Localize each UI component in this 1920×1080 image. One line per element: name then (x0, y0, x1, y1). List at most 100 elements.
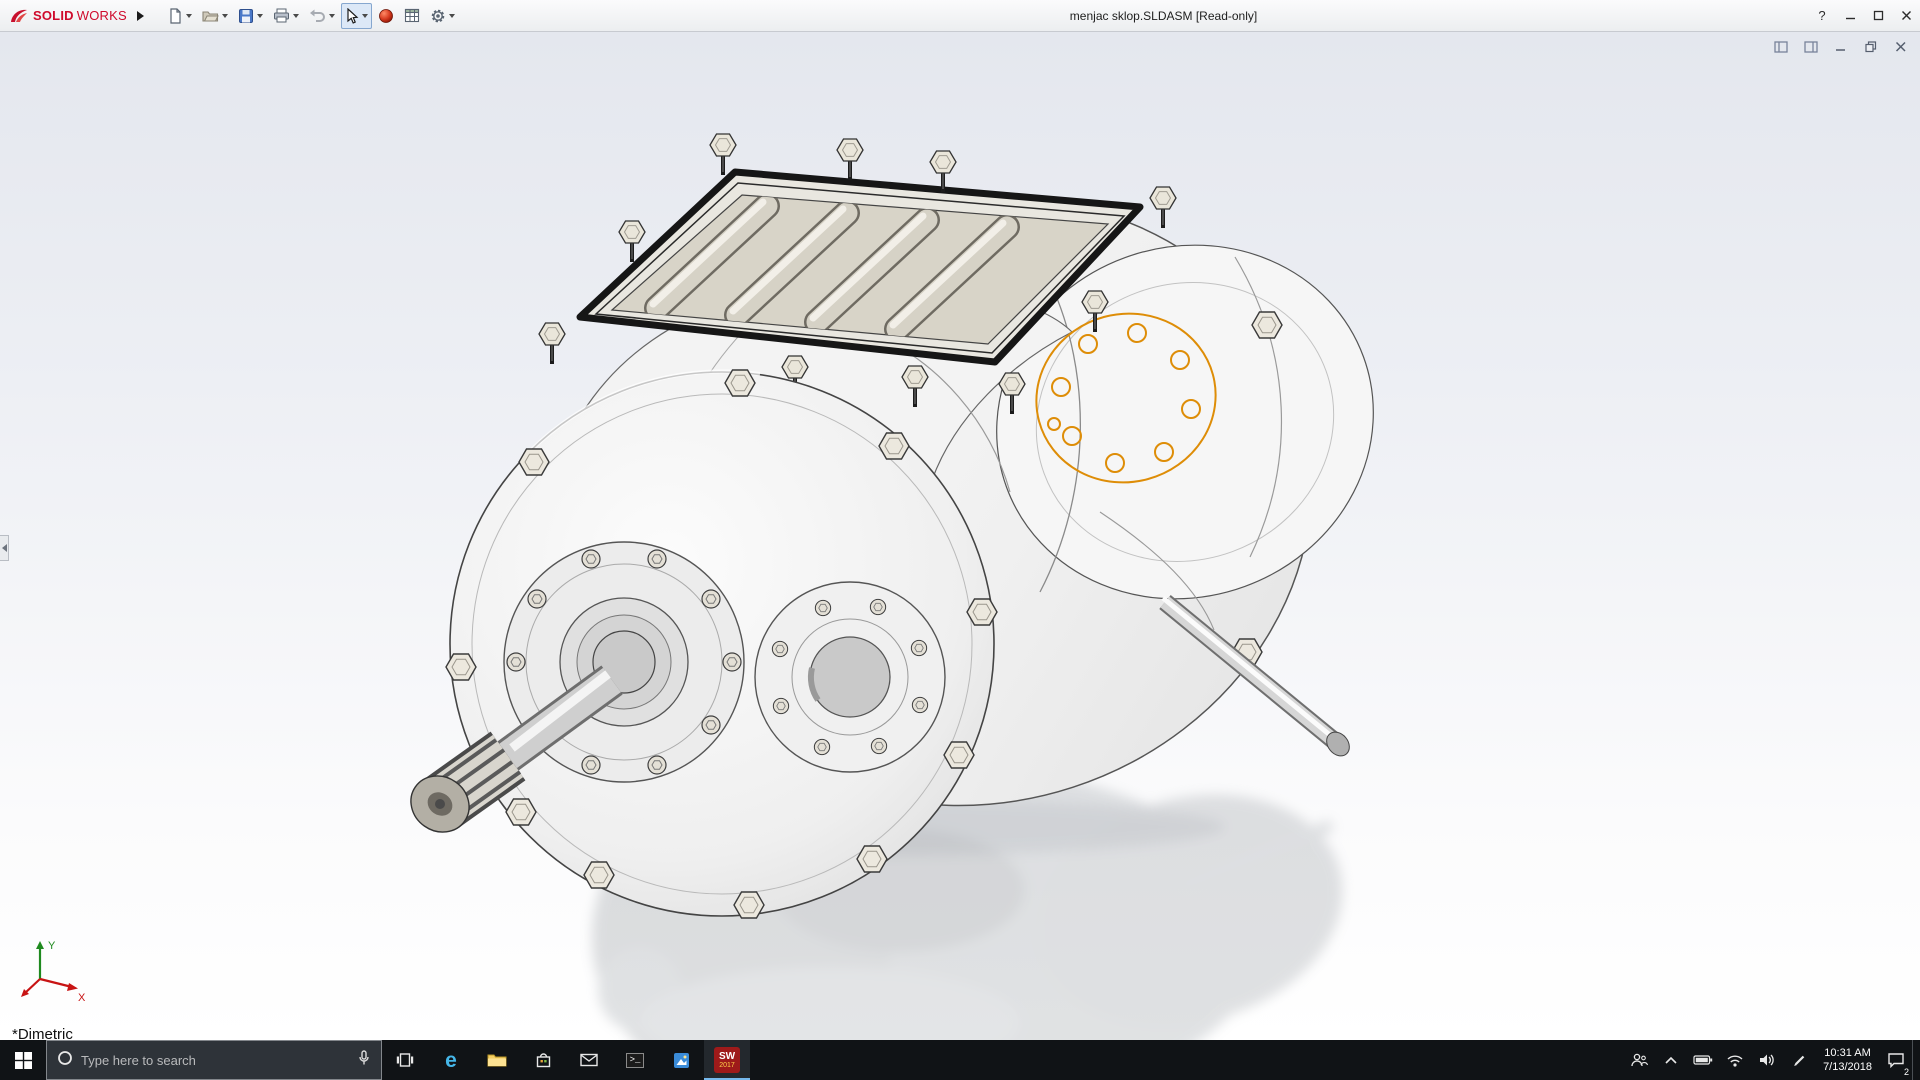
windows-taskbar: e >_ SW 2017 (0, 1040, 1920, 1080)
options-button[interactable] (426, 3, 459, 29)
save-button[interactable] (234, 3, 267, 29)
task-view-button[interactable] (382, 1040, 428, 1080)
clock-time: 10:31 AM (1824, 1046, 1871, 1059)
dropdown-caret-icon (292, 13, 299, 18)
doc-pane-right-button[interactable] (1802, 38, 1820, 56)
secondary-hub[interactable] (754, 581, 946, 773)
show-desktop-button[interactable] (1912, 1040, 1920, 1080)
design-table-button[interactable] (400, 3, 424, 29)
help-button[interactable]: ? (1808, 0, 1836, 31)
pane-right-icon (1804, 41, 1818, 53)
solidworks-window: SOLID WORKS menjac sklop.SLDASM [Read-on… (0, 0, 1920, 1080)
windows-ink-button[interactable] (1783, 1040, 1815, 1080)
mail-button[interactable] (566, 1040, 612, 1080)
doc-minimize-icon (1836, 49, 1845, 51)
wifi-icon (1727, 1055, 1743, 1067)
cortana-icon (57, 1050, 73, 1071)
solidworks-taskbar-button[interactable]: SW 2017 (704, 1040, 750, 1080)
maximize-icon (1873, 10, 1883, 21)
task-view-icon (396, 1053, 414, 1067)
minimize-icon (1845, 17, 1855, 20)
featuremanager-collapse-tab[interactable] (0, 535, 9, 561)
photos-button[interactable] (658, 1040, 704, 1080)
select-button[interactable] (340, 2, 372, 29)
orientation-triad: Y X (20, 935, 92, 1010)
document-title: menjac sklop.SLDASM [Read-only] (1069, 8, 1258, 23)
doc-minimize-button[interactable] (1832, 38, 1850, 56)
store-button[interactable] (520, 1040, 566, 1080)
graphics-area[interactable]: Y X *Dimetric (0, 32, 1920, 1040)
action-center-icon (1888, 1053, 1904, 1068)
y-axis-arrow-icon (36, 941, 44, 949)
chevron-up-icon (1665, 1056, 1677, 1064)
ds-logo-icon (11, 9, 27, 22)
edge-icon: e (445, 1048, 457, 1072)
x-axis-arrow-icon (67, 983, 78, 991)
doc-restore-button[interactable] (1862, 38, 1880, 56)
select-cursor-icon (347, 7, 359, 24)
tray-overflow-button[interactable] (1655, 1040, 1687, 1080)
brand-text-works: WORKS (76, 8, 127, 23)
dropdown-caret-icon (185, 13, 192, 18)
dropdown-caret-icon (448, 13, 455, 18)
battery-button[interactable] (1687, 1040, 1719, 1080)
close-button[interactable] (1892, 0, 1920, 31)
dropdown-caret-icon (221, 13, 228, 18)
window-controls: ? (1808, 0, 1920, 31)
doc-close-button[interactable] (1892, 38, 1910, 56)
dropdown-caret-icon (361, 13, 368, 18)
open-button[interactable] (198, 3, 232, 29)
open-folder-icon (202, 11, 219, 22)
solidworks-logo: SOLID WORKS (0, 7, 133, 25)
doc-close-icon (1895, 41, 1906, 52)
view-orientation-label: *Dimetric (12, 1026, 73, 1040)
brand-text-solid: SOLID (33, 8, 74, 23)
store-bag-icon (536, 1053, 550, 1068)
undo-button[interactable] (305, 3, 339, 29)
file-explorer-icon (487, 1054, 507, 1067)
gearbox-assembly-model[interactable] (0, 32, 1920, 1040)
x-axis-label: X (78, 992, 86, 1004)
quick-access-toolbar (163, 2, 459, 29)
collapse-arrow-icon (1, 544, 7, 552)
volume-button[interactable] (1751, 1040, 1783, 1080)
dropdown-caret-icon (328, 13, 335, 18)
edge-browser-button[interactable]: e (428, 1040, 474, 1080)
document-window-controls (1772, 38, 1910, 56)
photos-icon (673, 1052, 689, 1068)
start-button[interactable] (0, 1040, 46, 1080)
file-explorer-button[interactable] (474, 1040, 520, 1080)
action-center-button[interactable]: 2 (1880, 1040, 1912, 1080)
microphone-icon[interactable] (357, 1049, 371, 1071)
doc-restore-icon (1865, 41, 1877, 53)
pane-left-icon (1774, 41, 1788, 53)
menu-flyout-arrow[interactable] (133, 5, 149, 27)
windows-logo-icon (14, 1051, 32, 1069)
people-icon (1631, 1053, 1649, 1067)
network-button[interactable] (1719, 1040, 1751, 1080)
people-button[interactable] (1623, 1040, 1655, 1080)
mail-envelope-icon (580, 1053, 598, 1067)
appearance-sphere-icon (378, 8, 393, 23)
minimize-button[interactable] (1836, 0, 1864, 31)
doc-pane-left-button[interactable] (1772, 38, 1790, 56)
clock-date: 7/13/2018 (1823, 1061, 1872, 1073)
print-button[interactable] (269, 3, 303, 29)
notification-badge: 2 (1903, 1067, 1909, 1077)
save-floppy-icon (238, 8, 253, 23)
undo-arrow-icon (309, 9, 325, 22)
taskbar-search[interactable] (46, 1040, 382, 1080)
print-icon (273, 8, 289, 23)
new-document-button[interactable] (163, 3, 196, 29)
close-icon (1901, 11, 1911, 20)
taskbar-clock[interactable]: 10:31 AM 7/13/2018 (1815, 1040, 1880, 1080)
solidworks-icon: SW 2017 (714, 1047, 740, 1073)
terminal-button[interactable]: >_ (612, 1040, 658, 1080)
speaker-icon (1759, 1054, 1774, 1066)
maximize-button[interactable] (1864, 0, 1892, 31)
battery-icon (1693, 1055, 1713, 1065)
search-input[interactable] (81, 1052, 349, 1068)
pen-icon (1793, 1055, 1804, 1066)
titlebar: SOLID WORKS menjac sklop.SLDASM [Read-on… (0, 0, 1920, 32)
edit-appearance-button[interactable] (374, 3, 398, 29)
